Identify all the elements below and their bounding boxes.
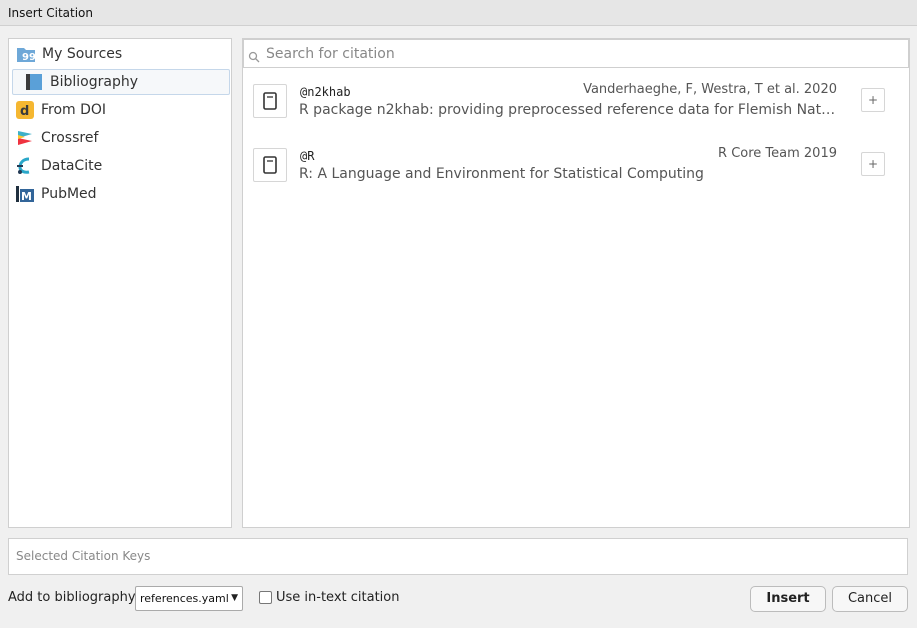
- datacite-icon: [15, 156, 35, 176]
- cancel-button[interactable]: Cancel: [832, 586, 908, 612]
- selected-citation-keys-field[interactable]: Selected Citation Keys: [8, 538, 908, 575]
- add-to-bibliography-label: Add to bibliography:: [8, 590, 139, 605]
- svg-text:99: 99: [22, 52, 36, 63]
- svg-text:M: M: [21, 190, 32, 203]
- citation-title: R: A Language and Environment for Statis…: [299, 166, 704, 182]
- citation-authors: Vanderhaeghe, F, Westra, T et al. 2020: [583, 82, 837, 97]
- sidebar-item-from-doi[interactable]: d From DOI: [12, 97, 230, 123]
- pubmed-icon: M: [15, 184, 35, 204]
- sidebar-item-label: From DOI: [41, 102, 107, 118]
- svg-text:d: d: [20, 104, 29, 119]
- citation-key: @n2khab: [300, 85, 351, 99]
- sidebar-item-label: Bibliography: [50, 74, 138, 90]
- add-citation-button[interactable]: +: [861, 152, 885, 176]
- document-icon: [253, 148, 287, 182]
- quote-folder-icon: 99: [16, 44, 36, 64]
- sidebar-item-label: Crossref: [41, 130, 99, 146]
- source-sidebar: 99 My Sources Bibliography d From DOI Cr…: [8, 38, 232, 528]
- search-input[interactable]: [264, 44, 884, 63]
- citation-key: @R: [300, 149, 315, 163]
- sidebar-item-label: My Sources: [42, 46, 123, 62]
- sidebar-item-label: PubMed: [41, 186, 97, 202]
- crossref-icon: [15, 128, 35, 148]
- document-icon: [253, 84, 287, 118]
- in-text-citation-label[interactable]: Use in-text citation: [276, 590, 399, 605]
- citation-title: R package n2khab: providing preprocessed…: [299, 102, 839, 118]
- citation-results-panel: @n2khab Vanderhaeghe, F, Westra, T et al…: [242, 38, 910, 528]
- search-icon: [248, 48, 260, 62]
- in-text-citation-checkbox[interactable]: [259, 591, 272, 604]
- sidebar-item-pubmed[interactable]: M PubMed: [12, 181, 230, 207]
- insert-button[interactable]: Insert: [750, 586, 826, 612]
- bibliography-file-select[interactable]: references.yaml ▼: [135, 586, 243, 611]
- sidebar-item-my-sources[interactable]: 99 My Sources: [12, 41, 230, 67]
- citation-authors: R Core Team 2019: [718, 146, 837, 161]
- sidebar-item-label: DataCite: [41, 158, 103, 174]
- book-icon: [24, 72, 44, 92]
- search-bar: [243, 39, 909, 68]
- citation-item-r[interactable]: @R R Core Team 2019 R: A Language and En…: [243, 140, 909, 196]
- window-title: Insert Citation: [0, 0, 917, 26]
- doi-icon: d: [15, 100, 35, 120]
- dropdown-arrow-icon: ▼: [231, 593, 238, 603]
- bibliography-file-value: references.yaml: [140, 592, 229, 605]
- sidebar-item-crossref[interactable]: Crossref: [12, 125, 230, 151]
- add-citation-button[interactable]: +: [861, 88, 885, 112]
- sidebar-item-bibliography[interactable]: Bibliography: [12, 69, 230, 95]
- sidebar-item-datacite[interactable]: DataCite: [12, 153, 230, 179]
- citation-item-n2khab[interactable]: @n2khab Vanderhaeghe, F, Westra, T et al…: [243, 76, 909, 132]
